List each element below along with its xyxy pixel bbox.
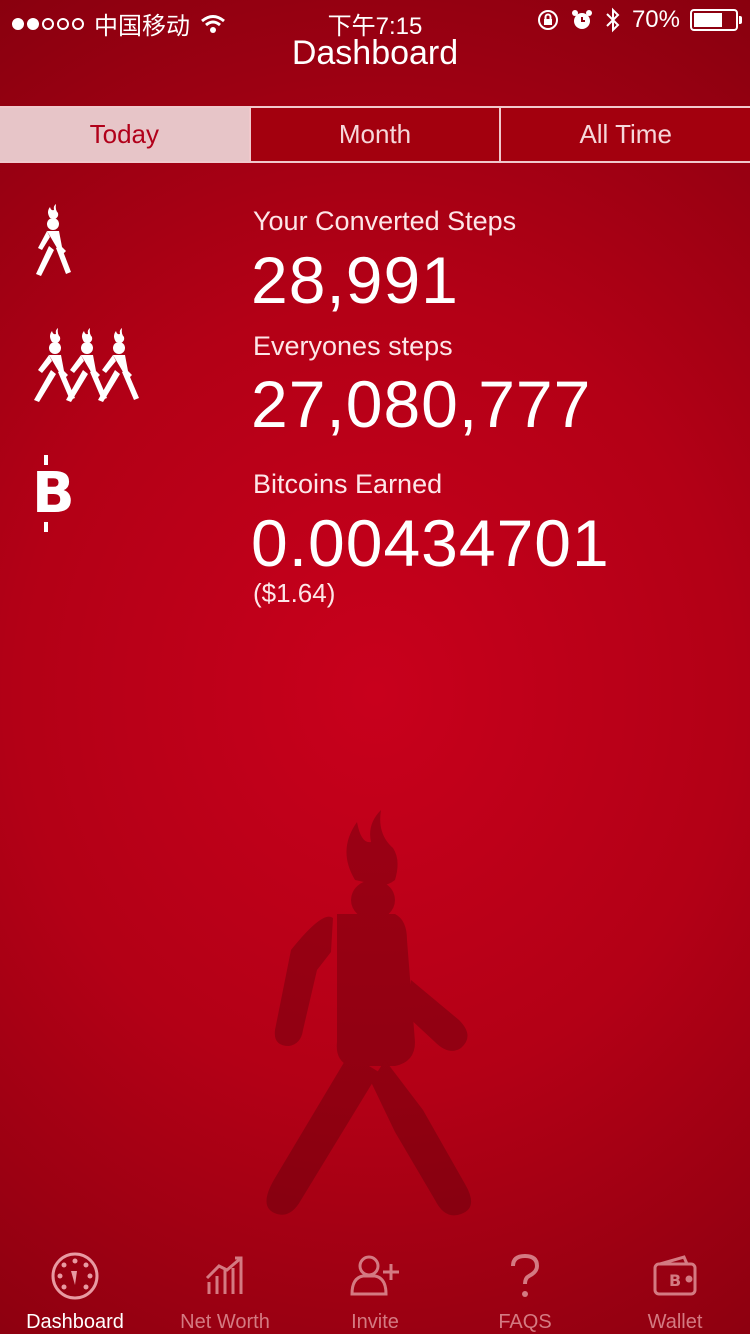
- tabbar-label: FAQS: [498, 1311, 552, 1333]
- question-icon: [497, 1248, 553, 1303]
- tabbar-wallet[interactable]: B Wallet: [600, 1240, 750, 1334]
- wallet-icon: B: [647, 1248, 703, 1303]
- dashboard-gauge-icon: [47, 1248, 103, 1303]
- tab-all-time[interactable]: All Time: [499, 108, 750, 161]
- bluetooth-icon: [606, 7, 620, 33]
- bitcoin-icon: B: [32, 461, 75, 526]
- your-steps-label: Your Converted Steps: [253, 206, 517, 236]
- bitcoins-fiat-value: ($1.64): [253, 578, 336, 608]
- bottom-tab-bar: Dashboard Net Worth Invite FAQS B Wallet: [0, 1240, 750, 1334]
- group-walkers-icon: [34, 328, 139, 402]
- period-segmented-control: Today Month All Time: [0, 106, 750, 163]
- single-walker-icon: [36, 204, 71, 276]
- tab-month[interactable]: Month: [248, 108, 500, 161]
- battery-icon: [690, 9, 742, 31]
- everyone-steps-value: 27,080,777: [251, 367, 592, 441]
- tab-today[interactable]: Today: [0, 108, 249, 161]
- status-right: 70%: [536, 6, 742, 34]
- bitcoins-earned-label: Bitcoins Earned: [253, 469, 443, 499]
- tabbar-label: Dashboard: [26, 1311, 124, 1333]
- tabbar-label: Invite: [351, 1311, 399, 1333]
- bar-chart-icon: [197, 1248, 253, 1303]
- everyone-steps-label: Everyones steps: [253, 331, 453, 361]
- add-user-icon: [347, 1248, 403, 1303]
- page-title: Dashboard: [291, 34, 459, 72]
- alarm-icon: [571, 10, 592, 29]
- rotation-lock-icon: [537, 10, 558, 30]
- tabbar-label: Wallet: [647, 1311, 703, 1333]
- bitcoins-earned-value: 0.00434701: [251, 506, 610, 580]
- your-steps-value: 28,991: [251, 243, 459, 317]
- tabbar-label: Net Worth: [180, 1311, 270, 1333]
- tabbar-invite[interactable]: Invite: [300, 1240, 450, 1334]
- tabbar-net-worth[interactable]: Net Worth: [150, 1240, 300, 1334]
- flaming-walker-illustration: [266, 810, 472, 1216]
- tabbar-dashboard[interactable]: Dashboard: [0, 1240, 150, 1334]
- tabbar-faqs[interactable]: FAQS: [450, 1240, 600, 1334]
- svg-text:B: B: [669, 1271, 681, 1290]
- battery-percent: 70%: [631, 6, 680, 33]
